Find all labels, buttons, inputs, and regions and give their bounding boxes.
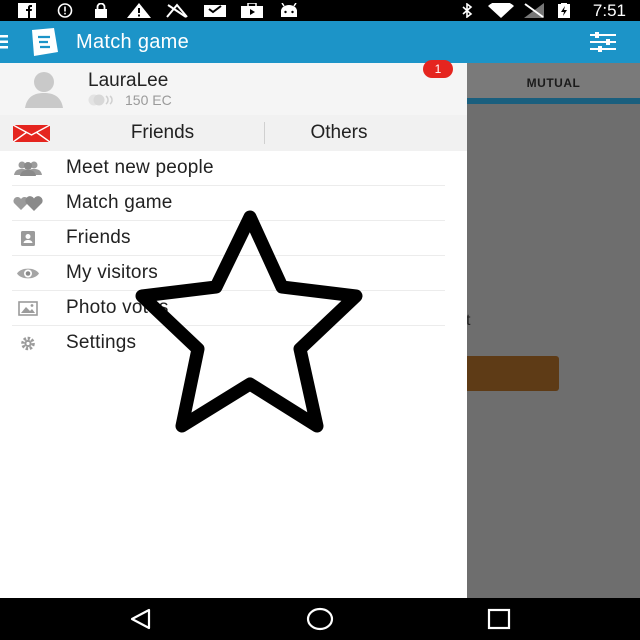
star-outline-overlay <box>135 210 363 433</box>
recents-icon[interactable] <box>487 608 511 630</box>
back-icon[interactable] <box>128 608 152 630</box>
navigation-bar <box>0 598 640 640</box>
home-icon[interactable] <box>306 607 334 631</box>
